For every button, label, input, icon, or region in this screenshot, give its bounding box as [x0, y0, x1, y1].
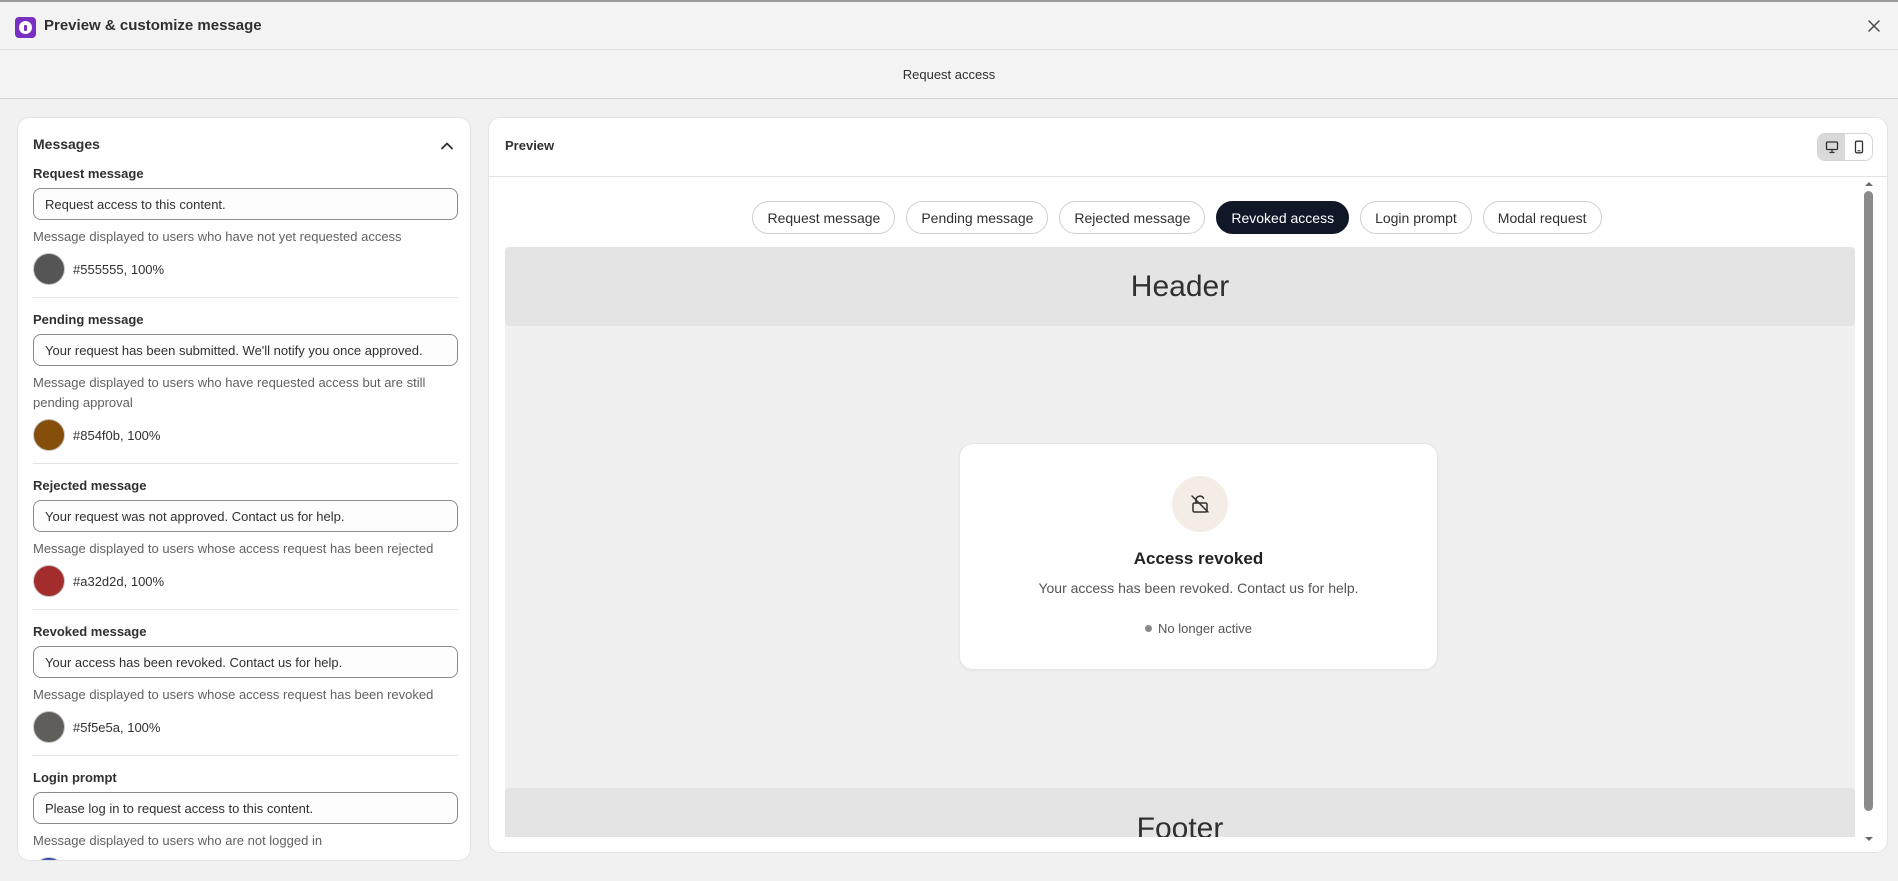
tab-request-message[interactable]: Request message — [752, 201, 896, 234]
color-swatch[interactable] — [33, 565, 65, 597]
tab-revoked-access[interactable]: Revoked access — [1216, 201, 1350, 234]
divider — [33, 463, 458, 464]
scrollbar-thumb[interactable] — [1864, 191, 1873, 811]
preview-header: Header — [505, 247, 1855, 326]
color-value: #854f0b, 100% — [73, 427, 161, 443]
preview-title: Preview — [505, 138, 555, 153]
preview-panel: Preview Request message Pending message … — [488, 117, 1888, 853]
request-message-input[interactable] — [33, 188, 458, 220]
color-picker-row: #5f5e5a, 100% — [33, 711, 458, 743]
unlock-icon — [1172, 476, 1228, 532]
access-revoked-card: Access revoked Your access has been revo… — [959, 443, 1438, 670]
login-prompt-field: Login prompt Message displayed to users … — [33, 770, 458, 860]
title-bar: Preview & customize message — [0, 2, 1898, 50]
tab-pending-message[interactable]: Pending message — [906, 201, 1049, 234]
login-prompt-input[interactable] — [33, 792, 458, 824]
messages-panel: Messages Request message Message display… — [17, 117, 471, 861]
field-help-text: Message displayed to users who have not … — [33, 229, 402, 244]
color-picker-row: #555555, 100% — [33, 253, 458, 285]
scroll-up-icon[interactable] — [1864, 179, 1874, 189]
pending-message-field: Pending message Message displayed to use… — [33, 312, 458, 451]
mobile-view-button[interactable] — [1845, 134, 1872, 160]
rejected-message-input[interactable] — [33, 500, 458, 532]
close-icon[interactable] — [1864, 16, 1884, 36]
sub-header-title: Request access — [902, 66, 996, 82]
status-badge: No longer active — [960, 621, 1437, 636]
desktop-icon — [1825, 141, 1838, 154]
status-text: No longer active — [1158, 621, 1252, 636]
field-help-text: Message displayed to users whose access … — [33, 541, 434, 556]
preview-footer-text: Footer — [1136, 812, 1224, 837]
preview-footer: Footer — [505, 788, 1855, 837]
status-dot — [1145, 625, 1153, 632]
window-title: Preview & customize message — [44, 17, 262, 34]
tab-rejected-message[interactable]: Rejected message — [1059, 201, 1206, 234]
rejected-message-field: Rejected message Message displayed to us… — [33, 478, 458, 597]
messages-panel-header[interactable]: Messages — [33, 136, 455, 158]
preview-tabs: Request message Pending message Rejected… — [489, 201, 1865, 234]
color-swatch[interactable] — [33, 857, 65, 860]
divider — [489, 176, 1887, 177]
tab-login-prompt[interactable]: Login prompt — [1360, 201, 1472, 234]
preview-scrollbar[interactable] — [1861, 176, 1877, 844]
divider — [33, 297, 458, 298]
sub-header: Request access — [0, 50, 1898, 99]
field-label: Pending message — [33, 312, 144, 327]
desktop-view-button[interactable] — [1818, 134, 1845, 160]
color-picker-row: #854f0b, 100% — [33, 419, 458, 451]
field-label: Request message — [33, 166, 144, 181]
color-picker-row — [33, 857, 458, 860]
chevron-up-icon[interactable] — [439, 138, 455, 154]
revoked-message-input[interactable] — [33, 646, 458, 678]
field-label: Revoked message — [33, 624, 147, 639]
tab-modal-request[interactable]: Modal request — [1482, 201, 1602, 234]
card-body: Your access has been revoked. Contact us… — [1038, 580, 1359, 596]
field-help-text: Message displayed to users who are not l… — [33, 833, 323, 848]
field-help-text: Message displayed to users whose access … — [33, 687, 434, 702]
device-toggle — [1817, 133, 1873, 161]
mobile-icon — [1854, 140, 1863, 154]
field-label: Rejected message — [33, 478, 147, 493]
color-swatch[interactable] — [33, 711, 65, 743]
field-label: Login prompt — [33, 770, 117, 785]
divider — [33, 609, 458, 610]
preview-header-text: Header — [1130, 269, 1230, 303]
color-swatch[interactable] — [33, 419, 65, 451]
color-value: #5f5e5a, 100% — [73, 719, 161, 735]
messages-panel-title: Messages — [33, 136, 100, 152]
request-message-field: Request message Message displayed to use… — [33, 166, 458, 285]
color-swatch[interactable] — [33, 253, 65, 285]
preview-canvas: Header Access revoked Your access has be… — [505, 247, 1855, 837]
revoked-message-field: Revoked message Message displayed to use… — [33, 624, 458, 743]
pending-message-input[interactable] — [33, 334, 458, 366]
field-help-text: Message displayed to users who have requ… — [33, 375, 426, 410]
divider — [33, 755, 458, 756]
scroll-down-icon[interactable] — [1864, 834, 1874, 844]
color-value: #a32d2d, 100% — [73, 573, 165, 589]
app-logo — [15, 17, 36, 38]
card-title: Access revoked — [1133, 549, 1264, 568]
color-picker-row: #a32d2d, 100% — [33, 565, 458, 597]
color-value: #555555, 100% — [73, 261, 165, 277]
